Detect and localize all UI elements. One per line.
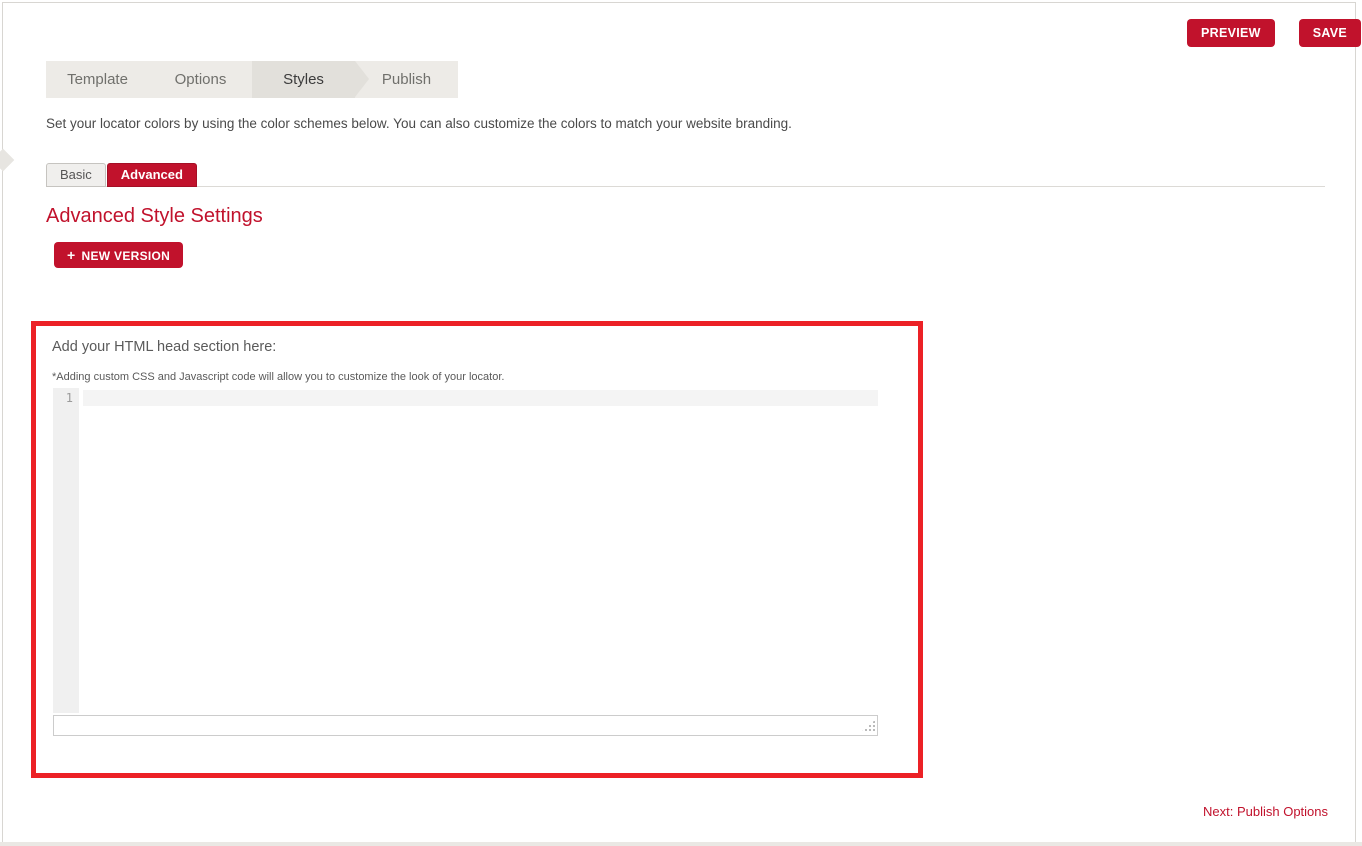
preview-button[interactable]: PREVIEW xyxy=(1187,19,1275,47)
next-publish-options-link[interactable]: Next: Publish Options xyxy=(1203,804,1328,819)
page-title: Advanced Style Settings xyxy=(46,205,263,227)
top-action-bar: PREVIEW SAVE xyxy=(1187,19,1362,47)
editor-label: Add your HTML head section here: xyxy=(52,339,277,355)
plus-icon: + xyxy=(67,247,76,263)
html-head-highlight-box: Add your HTML head section here: *Adding… xyxy=(31,321,923,778)
subtab-basic[interactable]: Basic xyxy=(46,163,106,187)
tab-options[interactable]: Options xyxy=(149,61,252,98)
intro-text: Set your locator colors by using the col… xyxy=(46,116,792,131)
tab-styles[interactable]: Styles xyxy=(252,61,369,98)
tab-template[interactable]: Template xyxy=(46,61,149,98)
editor-active-line xyxy=(83,390,878,406)
page-container: PREVIEW SAVE Template Options Styles Pub… xyxy=(0,2,1362,846)
html-head-code-editor[interactable]: 1 xyxy=(53,388,878,713)
wizard-tab-bar: Template Options Styles Publish xyxy=(46,61,458,98)
panel-expand-icon[interactable] xyxy=(0,148,15,172)
editor-footer-input[interactable] xyxy=(53,715,878,736)
editor-note: *Adding custom CSS and Javascript code w… xyxy=(52,371,505,383)
subtab-advanced[interactable]: Advanced xyxy=(106,163,197,187)
save-button[interactable]: SAVE xyxy=(1298,19,1362,47)
bottom-edge-band xyxy=(0,842,1362,846)
editor-gutter: 1 xyxy=(53,388,79,713)
new-version-button[interactable]: + NEW VERSION xyxy=(54,242,184,268)
style-subtabs: Basic Advanced xyxy=(46,163,1325,187)
resize-grip-icon[interactable] xyxy=(860,720,875,733)
line-number: 1 xyxy=(65,391,73,405)
tab-publish[interactable]: Publish xyxy=(355,61,458,98)
new-version-label: NEW VERSION xyxy=(81,249,171,263)
